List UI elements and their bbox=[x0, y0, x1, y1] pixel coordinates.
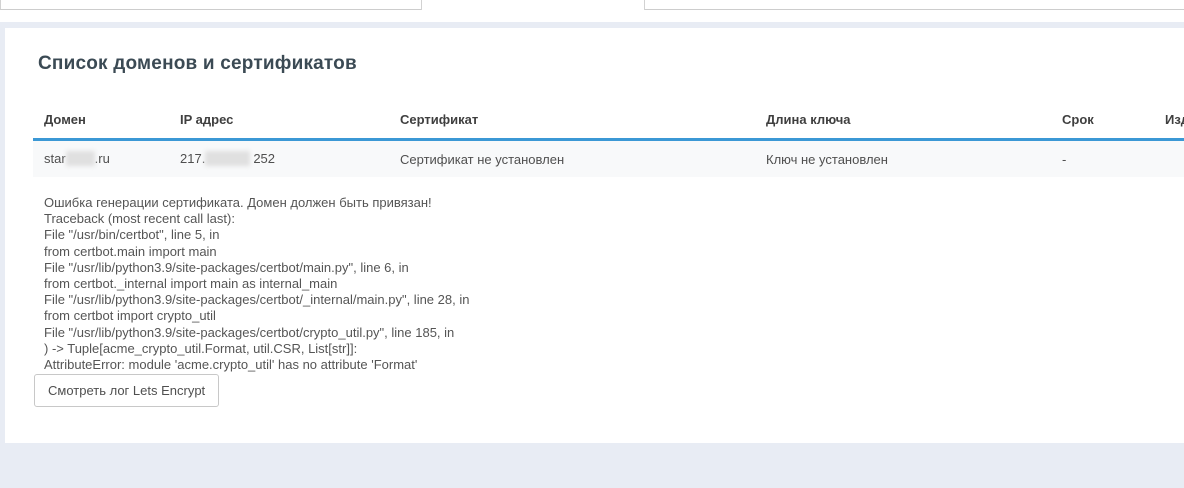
table-header-row: Домен IP адрес Сертификат Длина ключа Ср… bbox=[33, 100, 1184, 140]
column-header-issuer[interactable]: Издатель bbox=[1154, 100, 1184, 140]
cell-key-length: Ключ не установлен bbox=[755, 140, 1051, 178]
tab-right-partial[interactable] bbox=[645, 0, 1184, 10]
column-header-term[interactable]: Срок bbox=[1051, 100, 1154, 140]
tab-bar bbox=[0, 0, 1184, 22]
domain-prefix: star bbox=[44, 151, 66, 166]
content-card: Список доменов и сертификатов Домен IP а… bbox=[5, 28, 1184, 443]
domain-suffix: .ru bbox=[95, 151, 110, 166]
error-log-line: AttributeError: module 'acme.crypto_util… bbox=[44, 357, 469, 373]
cell-term: - bbox=[1051, 140, 1154, 178]
column-header-domain[interactable]: Домен bbox=[33, 100, 169, 140]
tab-left-partial[interactable] bbox=[0, 0, 421, 10]
error-log-line: Ошибка генерации сертификата. Домен долж… bbox=[44, 195, 469, 211]
error-log-line: File "/usr/lib/python3.9/site-packages/c… bbox=[44, 292, 469, 308]
column-header-certificate[interactable]: Сертификат bbox=[389, 100, 755, 140]
cell-certificate: Сертификат не установлен bbox=[389, 140, 755, 178]
error-log-line: from certbot._internal import main as in… bbox=[44, 276, 469, 292]
tab-active-partial[interactable] bbox=[421, 0, 645, 10]
column-header-ip[interactable]: IP адрес bbox=[169, 100, 389, 140]
ip-prefix: 217. bbox=[180, 151, 205, 166]
cell-issuer bbox=[1154, 140, 1184, 178]
table-row[interactable]: star .ru 217. 252 Сертификат не установлен… bbox=[33, 140, 1184, 178]
error-log-line: ) -> Tuple[acme_crypto_util.Format, util… bbox=[44, 341, 469, 357]
cell-ip: 217. 252 bbox=[169, 140, 389, 178]
page-title: Список доменов и сертификатов bbox=[38, 53, 357, 75]
redacted-domain-blur bbox=[66, 151, 95, 166]
domains-table: Домен IP адрес Сертификат Длина ключа Ср… bbox=[33, 100, 1184, 177]
error-log-line: Traceback (most recent call last): bbox=[44, 211, 469, 227]
error-log-line: File "/usr/bin/certbot", line 5, in bbox=[44, 227, 469, 243]
error-log-line: from certbot.main import main bbox=[44, 244, 469, 260]
view-lets-encrypt-log-button[interactable]: Смотреть лог Lets Encrypt bbox=[34, 374, 219, 407]
column-header-key-length[interactable]: Длина ключа bbox=[755, 100, 1051, 140]
error-log-line: File "/usr/lib/python3.9/site-packages/c… bbox=[44, 325, 469, 341]
cell-domain: star .ru bbox=[33, 140, 169, 178]
certbot-error-log: Ошибка генерации сертификата. Домен долж… bbox=[44, 195, 469, 373]
error-log-line: from certbot import crypto_util bbox=[44, 308, 469, 324]
redacted-ip-blur bbox=[205, 151, 250, 166]
error-log-line: File "/usr/lib/python3.9/site-packages/c… bbox=[44, 260, 469, 276]
ip-suffix: 252 bbox=[253, 151, 275, 166]
